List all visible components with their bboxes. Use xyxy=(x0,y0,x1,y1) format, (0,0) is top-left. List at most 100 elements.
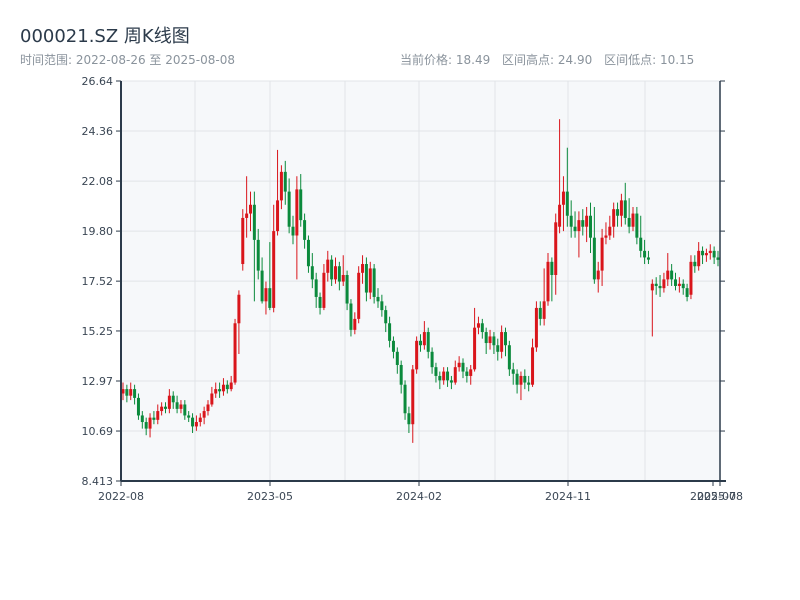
candle-up xyxy=(708,250,712,254)
candle-up xyxy=(596,270,600,280)
candle-down xyxy=(643,250,647,258)
candle-up xyxy=(600,237,604,271)
candle-down xyxy=(616,209,620,216)
candle-down xyxy=(527,382,531,385)
candle-up xyxy=(264,288,268,302)
candle-up xyxy=(476,323,480,328)
candle-down xyxy=(681,283,685,289)
candle-down xyxy=(395,351,399,365)
candle-down xyxy=(658,285,662,289)
candle-up xyxy=(662,279,666,289)
candle-up xyxy=(202,411,206,418)
y-tick-label: 22.08 xyxy=(82,175,114,188)
x-tick-label: 2025-08 xyxy=(697,490,743,503)
candle-down xyxy=(480,323,484,333)
candle-down xyxy=(183,404,187,416)
candle-down xyxy=(654,283,658,286)
candle-down xyxy=(171,395,175,403)
candle-down xyxy=(573,226,577,232)
candle-up xyxy=(353,318,357,330)
candle-up xyxy=(554,222,558,275)
candle-down xyxy=(133,389,137,398)
candle-up xyxy=(488,336,492,344)
y-tick-label: 26.64 xyxy=(82,75,114,88)
candle-down xyxy=(712,250,716,258)
candle-down xyxy=(287,191,291,227)
candle-up xyxy=(148,417,152,429)
candle-up xyxy=(689,261,693,295)
candle-down xyxy=(589,215,592,238)
candle-up xyxy=(326,259,330,273)
candle-down xyxy=(701,250,705,256)
candle-up xyxy=(666,270,670,280)
candle-up xyxy=(245,213,249,218)
candle-down xyxy=(639,237,643,251)
candle-down xyxy=(268,288,272,308)
candle-down xyxy=(646,257,650,260)
candle-up xyxy=(249,204,252,214)
candle-down xyxy=(399,364,403,385)
candle-down xyxy=(187,415,191,418)
candle-up xyxy=(334,266,337,280)
candle-up xyxy=(612,209,616,227)
candle-down xyxy=(252,204,256,240)
candle-up xyxy=(604,235,608,238)
candle-up xyxy=(156,411,160,420)
candle-down xyxy=(349,303,353,330)
y-tick-label: 24.36 xyxy=(82,125,114,138)
candle-down xyxy=(449,380,453,383)
candle-up xyxy=(577,220,581,232)
y-tick-label: 19.80 xyxy=(82,225,114,238)
candle-down xyxy=(515,373,519,385)
y-tick-label: 15.25 xyxy=(82,325,114,338)
x-tick-label: 2024-11 xyxy=(545,490,591,503)
candle-up xyxy=(214,389,218,394)
x-tick-label: 2023-05 xyxy=(247,490,293,503)
candle-down xyxy=(627,217,631,227)
candle-down xyxy=(426,332,430,352)
candle-down xyxy=(465,371,469,376)
candle-up xyxy=(198,417,202,423)
candle-down xyxy=(693,261,697,267)
candle-up xyxy=(473,327,477,370)
candle-up xyxy=(442,371,446,381)
candle-down xyxy=(484,332,488,344)
candle-down xyxy=(306,239,310,267)
candle-down xyxy=(314,279,318,297)
candle-down xyxy=(144,422,148,429)
candle-down xyxy=(388,323,392,341)
candle-down xyxy=(218,389,222,392)
candle-down xyxy=(492,336,496,346)
candle-down xyxy=(140,415,144,423)
candle-down xyxy=(391,340,395,352)
candle-up xyxy=(129,389,133,396)
candle-down xyxy=(446,371,450,381)
candle-up xyxy=(295,189,299,236)
candle-down xyxy=(291,226,295,236)
candle-up xyxy=(179,404,183,409)
candle-down xyxy=(364,264,368,293)
candle-up xyxy=(457,362,461,368)
candle-up xyxy=(357,272,361,319)
candle-up xyxy=(279,171,283,201)
candle-down xyxy=(337,266,341,282)
candle-up xyxy=(167,395,171,409)
candle-down xyxy=(461,362,465,372)
candle-up xyxy=(160,406,164,412)
candle-down xyxy=(376,296,380,302)
candle-down xyxy=(175,402,179,409)
candle-down xyxy=(716,257,720,260)
candle-up xyxy=(500,332,504,352)
y-tick-label: 12.97 xyxy=(82,375,114,388)
candle-up xyxy=(561,191,565,205)
candle-down xyxy=(496,345,500,352)
candle-up xyxy=(704,253,708,256)
candle-up xyxy=(519,375,523,385)
candle-up xyxy=(229,382,233,390)
candle-up xyxy=(558,204,562,227)
candlestick-chart: 8.413 10.69 12.97 15.25 17.52 19.80 22.08 24.36… xyxy=(82,75,743,503)
candle-down xyxy=(345,274,349,304)
candle-up xyxy=(322,272,326,308)
candle-up xyxy=(276,200,280,232)
candle-down xyxy=(419,340,422,346)
